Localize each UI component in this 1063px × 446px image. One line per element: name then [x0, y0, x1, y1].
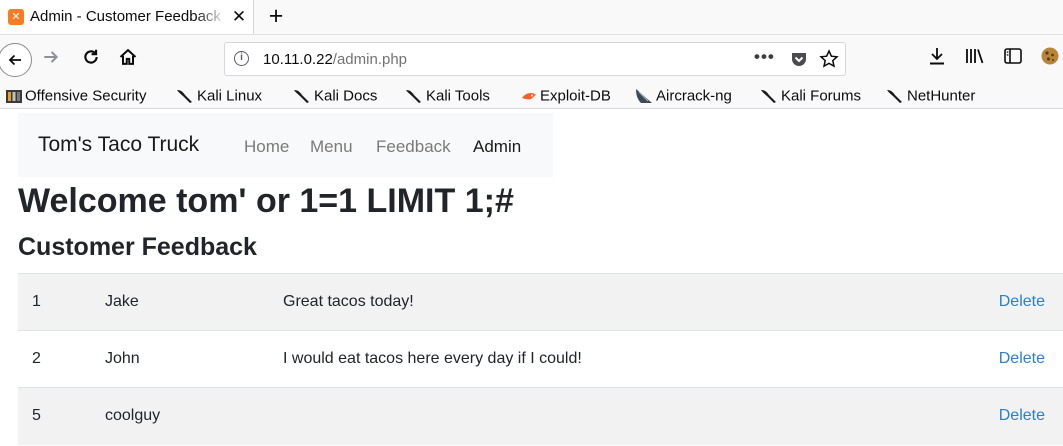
- feedback-table: 1 Jake Great tacos today! Delete 2 John …: [18, 273, 1063, 445]
- xampp-favicon-icon: ✕: [8, 9, 24, 25]
- url-bar[interactable]: i 10.11.0.22/admin.php •••: [224, 42, 846, 76]
- delete-link[interactable]: Delete: [999, 350, 1045, 367]
- cookie-icon[interactable]: [1040, 46, 1060, 66]
- bookmark-label: Kali Forums: [781, 87, 862, 105]
- kali-dragon-icon: [294, 90, 309, 104]
- site-info-icon[interactable]: i: [234, 51, 249, 66]
- bookmark-kali-forums[interactable]: Kali Forums: [760, 87, 861, 107]
- bookmark-label: Aircrack-ng: [656, 87, 732, 105]
- exploitdb-icon: [522, 93, 536, 100]
- bookmark-star-icon[interactable]: [819, 49, 839, 69]
- home-icon[interactable]: [118, 47, 138, 67]
- browser-tab[interactable]: ✕ Admin - Customer Feedback ✕: [0, 0, 254, 34]
- back-arrow-icon: [8, 54, 21, 66]
- bookmark-label: Kali Linux: [197, 87, 263, 105]
- site-brand[interactable]: Tom's Taco Truck: [38, 133, 199, 157]
- url-path: /admin.php: [332, 51, 408, 68]
- kali-dragon-icon: [177, 90, 192, 104]
- bookmark-kali-tools[interactable]: Kali Tools: [405, 87, 490, 107]
- tab-close-icon[interactable]: ✕: [229, 6, 249, 28]
- feedback-id: 5: [32, 407, 41, 425]
- feedback-action-cell: Delete: [925, 331, 1063, 388]
- tab-title-fade: [196, 4, 226, 30]
- url-text[interactable]: 10.11.0.22/admin.php: [263, 51, 407, 68]
- feedback-name: coolguy: [105, 407, 161, 425]
- welcome-heading: Welcome tom' or 1=1 LIMIT 1;#: [18, 182, 514, 220]
- feedback-name: Jake: [105, 293, 139, 310]
- bookmarks-toolbar: Offensive Security Kali Linux Kali Docs …: [0, 84, 1063, 109]
- feedback-action-cell: Delete: [925, 274, 1063, 331]
- feedback-name: John: [105, 350, 140, 367]
- kali-dragon-icon: [406, 90, 421, 104]
- sidebar-icon[interactable]: [1004, 48, 1022, 64]
- back-button[interactable]: [0, 43, 32, 77]
- table-row: 1 Jake Great tacos today! Delete: [18, 273, 1063, 331]
- bookmark-aircrack-ng[interactable]: Aircrack-ng: [635, 87, 732, 107]
- bookmark-kali-linux[interactable]: Kali Linux: [176, 87, 262, 107]
- feedback-id: 2: [32, 350, 41, 367]
- nav-link-menu[interactable]: Menu: [310, 137, 353, 157]
- bookmark-label: Kali Tools: [426, 87, 490, 105]
- page-actions-icon[interactable]: •••: [754, 47, 775, 67]
- kali-dragon-icon: [887, 90, 902, 104]
- delete-link[interactable]: Delete: [999, 293, 1045, 310]
- bookmark-offensive-security[interactable]: Offensive Security: [6, 87, 146, 107]
- table-row: 5 coolguy Delete: [18, 387, 1063, 445]
- nav-link-admin[interactable]: Admin: [473, 137, 521, 157]
- kali-dragon-icon: [761, 90, 776, 104]
- tab-strip: ✕ Admin - Customer Feedback ✕ +: [0, 0, 1063, 34]
- library-icon[interactable]: [965, 48, 985, 64]
- feedback-id: 1: [32, 293, 41, 310]
- nav-link-home[interactable]: Home: [244, 137, 289, 157]
- bookmark-label: Exploit-DB: [540, 87, 611, 105]
- bookmark-label: NetHunter: [907, 87, 976, 105]
- feedback-message: Great tacos today!: [283, 293, 414, 310]
- aircrack-icon: [636, 89, 652, 104]
- offsec-icon: [6, 90, 22, 104]
- site-navbar: Tom's Taco Truck Home Menu Feedback Admi…: [18, 113, 553, 177]
- customer-feedback-heading: Customer Feedback: [18, 233, 257, 261]
- bookmark-exploit-db[interactable]: Exploit-DB: [521, 87, 611, 107]
- pocket-icon[interactable]: [790, 51, 808, 68]
- reload-icon[interactable]: [82, 48, 100, 66]
- delete-link[interactable]: Delete: [999, 407, 1045, 424]
- new-tab-icon[interactable]: +: [264, 2, 288, 30]
- forward-arrow-icon[interactable]: [42, 48, 60, 66]
- nav-toolbar: i 10.11.0.22/admin.php •••: [0, 34, 1063, 84]
- bookmark-label: Kali Docs: [314, 87, 378, 105]
- download-icon[interactable]: [928, 46, 946, 66]
- nav-link-feedback[interactable]: Feedback: [376, 137, 451, 157]
- feedback-action-cell: Delete: [925, 388, 1063, 445]
- bookmark-nethunter[interactable]: NetHunter: [886, 87, 975, 107]
- table-row: 2 John I would eat tacos here every day …: [18, 330, 1063, 388]
- feedback-message: I would eat tacos here every day if I co…: [283, 350, 582, 367]
- bookmark-label: Offensive Security: [25, 87, 147, 105]
- feedback-message: [283, 388, 925, 445]
- url-host: 10.11.0.22: [263, 51, 333, 68]
- bookmark-kali-docs[interactable]: Kali Docs: [293, 87, 377, 107]
